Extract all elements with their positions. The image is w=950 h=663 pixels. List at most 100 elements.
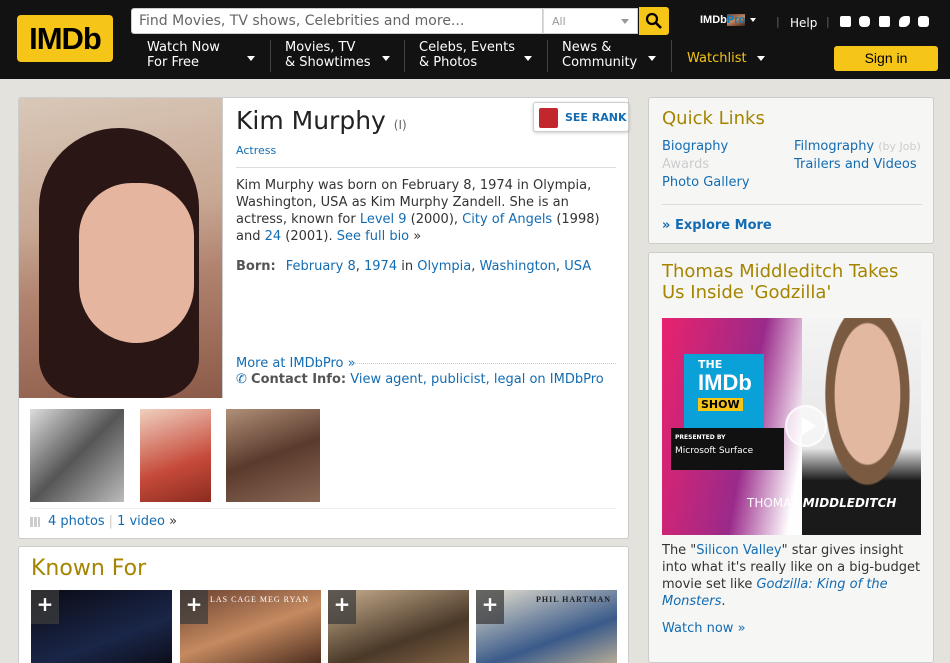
menu-movies-tv[interactable]: Movies, TV & Showtimes <box>285 40 371 70</box>
search-input[interactable]: Find Movies, TV shows, Celebrities and m… <box>131 8 543 34</box>
menu-line: For Free <box>147 55 200 70</box>
nav-separator: | <box>826 15 830 28</box>
twitter-icon[interactable] <box>899 16 910 27</box>
sponsor-box: PRESENTED BY Microsoft Surface <box>671 428 784 470</box>
photo-thumbnail[interactable] <box>140 409 211 502</box>
play-icon[interactable] <box>785 405 827 447</box>
add-watchlist-icon[interactable]: + <box>328 590 356 624</box>
photo-gallery-link[interactable]: Photo Gallery <box>662 175 750 190</box>
menu-line: Movies, TV <box>285 40 356 55</box>
born-state-link[interactable]: Washington <box>480 259 556 274</box>
known-for-card: Known For + + LAS CAGE MEG RYAN + + PHIL H… <box>18 546 629 663</box>
menu-news-community[interactable]: News & Community <box>562 40 637 70</box>
known-for-poster[interactable]: + <box>328 590 469 663</box>
born-sep: , <box>355 259 364 274</box>
help-link[interactable]: Help <box>790 16 817 30</box>
top-nav: IMDb Find Movies, TV shows, Celebrities … <box>0 0 950 79</box>
menu-line: Celebs, Events <box>419 40 515 55</box>
menu-celebs[interactable]: Celebs, Events & Photos <box>419 40 515 70</box>
search-category-select[interactable]: All <box>543 8 638 34</box>
known-for-poster[interactable]: + LAS CAGE MEG RYAN <box>180 590 321 663</box>
known-for-poster[interactable]: + <box>31 590 172 663</box>
chevron-down-icon <box>247 56 255 61</box>
profession-link[interactable]: Actress <box>236 144 276 157</box>
person-name-text: Kim Murphy <box>236 106 386 135</box>
more-at-imdbpro-link[interactable]: More at IMDbPro » <box>236 356 356 371</box>
poster-caption: PHIL HARTMAN <box>536 595 612 604</box>
host-last: MIDDLEDITCH <box>802 496 897 510</box>
menu-watch-now[interactable]: Watch Now For Free <box>147 40 220 70</box>
silicon-valley-link[interactable]: Silicon Valley <box>696 543 781 558</box>
menu-line: Watch Now <box>147 40 220 55</box>
photo-face <box>79 183 194 343</box>
divider <box>236 167 616 168</box>
watch-now-link[interactable]: Watch now » <box>662 621 746 636</box>
filmography-label: Filmography <box>794 139 875 154</box>
born-country-link[interactable]: USA <box>564 259 591 274</box>
trailers-link[interactable]: Trailers and Videos <box>794 157 917 172</box>
youtube-icon[interactable] <box>918 16 929 27</box>
known-for-title: Known For <box>31 556 147 581</box>
divider <box>662 204 922 205</box>
photo-thumbnail[interactable] <box>30 409 124 502</box>
video-thumbnail[interactable]: THE IMDb SHOW PRESENTED BY Microsoft Sur… <box>662 318 921 535</box>
see-full-bio-link[interactable]: See full bio <box>337 229 409 244</box>
separator: | <box>108 514 114 529</box>
biography-link[interactable]: Biography <box>662 139 728 154</box>
watch-now-label: Watch now <box>662 621 734 636</box>
instagram-icon[interactable] <box>859 16 870 27</box>
add-watchlist-icon[interactable]: + <box>476 590 504 624</box>
add-watchlist-icon[interactable]: + <box>31 590 59 624</box>
photos-link[interactable]: 4 photos <box>48 514 105 529</box>
facebook-icon[interactable] <box>840 16 851 27</box>
news-card: Thomas Middleditch Takes Us Inside 'Godz… <box>648 252 934 663</box>
menu-line: Community <box>562 55 638 70</box>
see-rank-button[interactable]: SEE RANK <box>533 102 629 132</box>
search-category-label: All <box>552 15 566 28</box>
twitch-icon[interactable] <box>879 16 890 27</box>
photo-thumbnail[interactable] <box>226 409 320 502</box>
bio-part: (2000), <box>406 212 463 227</box>
born-sep: , <box>555 259 565 274</box>
show-show: SHOW <box>698 398 743 411</box>
explore-more-button[interactable]: » Explore More <box>662 218 772 233</box>
filmography-link[interactable]: Filmography (by Job) <box>794 139 921 154</box>
explore-label: Explore More <box>674 218 772 233</box>
host-first: THOMAS <box>747 496 803 510</box>
search-button[interactable] <box>639 7 669 35</box>
person-photo[interactable] <box>19 98 223 398</box>
chevron-down-icon <box>757 56 765 61</box>
film-link-level9[interactable]: Level 9 <box>360 212 407 227</box>
born-sep: , <box>471 259 480 274</box>
watchlist-link[interactable]: Watchlist <box>687 51 747 66</box>
rank-chart-icon <box>539 108 558 128</box>
menu-divider <box>547 40 548 72</box>
person-name: Kim Murphy (I) <box>236 106 407 135</box>
contact-info: ✆ Contact Info: View agent, publicist, l… <box>236 372 604 387</box>
film-link-city-of-angels[interactable]: City of Angels <box>462 212 552 227</box>
news-title[interactable]: Thomas Middleditch Takes Us Inside 'Godz… <box>662 261 924 303</box>
born-city-link[interactable]: Olympia <box>417 259 471 274</box>
film-link-24[interactable]: 24 <box>265 229 282 244</box>
contact-link[interactable]: View agent, publicist, legal on IMDbPro <box>350 372 604 387</box>
menu-line: News & <box>562 40 612 55</box>
name-roman-numeral: (I) <box>393 118 407 132</box>
born-year-link[interactable]: 1974 <box>364 259 397 274</box>
imdb-show-logo: THE IMDb SHOW <box>684 354 764 428</box>
divider <box>30 508 616 509</box>
born-date-link[interactable]: February 8 <box>286 259 356 274</box>
videos-link[interactable]: 1 video <box>117 514 165 529</box>
chevron-down-icon <box>648 56 656 61</box>
imdbpro-menu[interactable]: IMDbPro <box>700 14 757 26</box>
arrow-icon: » <box>169 514 178 529</box>
quick-links-title: Quick Links <box>662 108 765 129</box>
contact-label: Contact Info: <box>251 372 347 387</box>
add-watchlist-icon[interactable]: + <box>180 590 208 624</box>
presented-by: PRESENTED BY <box>675 434 726 441</box>
known-for-poster[interactable]: + PHIL HARTMAN <box>476 590 617 663</box>
sign-in-button[interactable]: Sign in <box>834 46 938 71</box>
imdb-logo[interactable]: IMDb <box>17 15 113 62</box>
sponsor-name: Microsoft Surface <box>675 446 754 456</box>
arrow-icon: » <box>737 621 746 636</box>
media-links: 4 photos | 1 video » <box>30 514 177 529</box>
